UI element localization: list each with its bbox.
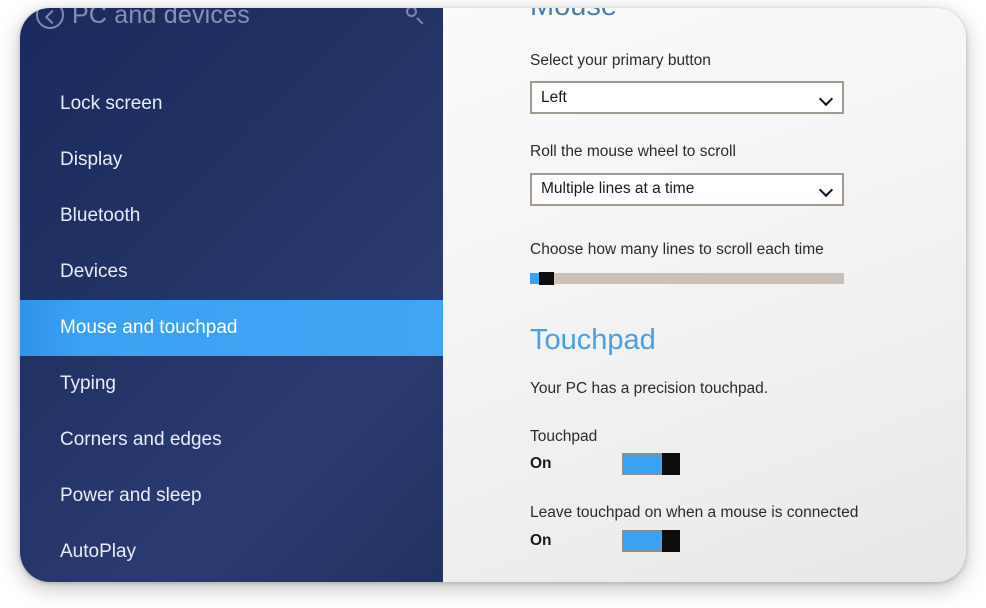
mouse-section-heading: Mouse (530, 8, 966, 23)
touchpad-toggle-row: On (530, 453, 966, 476)
sidebar-item-label: Mouse and touchpad (60, 317, 238, 338)
sidebar-item-label: Lock screen (60, 93, 163, 114)
leave-touchpad-on-toggle-row: On (530, 529, 966, 552)
sidebar-item-label: Display (60, 149, 123, 170)
sidebar-item-typing[interactable]: Typing (20, 356, 443, 412)
sidebar-item-bluetooth[interactable]: Bluetooth (20, 188, 443, 244)
screen-root: PC and devices Lock screen Display Bluet… (0, 0, 986, 608)
primary-button-dropdown[interactable]: Left (530, 81, 844, 115)
sidebar-item-label: Bluetooth (60, 205, 141, 226)
sidebar: PC and devices Lock screen Display Bluet… (20, 8, 443, 582)
touchpad-description: Your PC has a precision touchpad. (530, 380, 769, 398)
slider-fill (530, 272, 539, 284)
wheel-scroll-value: Multiple lines at a time (541, 180, 695, 198)
touchpad-toggle[interactable] (622, 453, 680, 476)
wheel-scroll-dropdown[interactable]: Multiple lines at a time (530, 172, 844, 206)
chevron-down-icon (820, 185, 833, 193)
sidebar-nav-list: Lock screen Display Bluetooth Devices Mo… (20, 76, 443, 580)
touchpad-section-heading: Touchpad (530, 323, 656, 356)
sidebar-item-mouse-and-touchpad[interactable]: Mouse and touchpad (20, 300, 443, 356)
search-icon[interactable] (405, 8, 425, 25)
sidebar-item-label: AutoPlay (60, 541, 137, 562)
sidebar-item-devices[interactable]: Devices (20, 244, 443, 300)
touchpad-toggle-label: Touchpad (530, 428, 598, 446)
leave-touchpad-on-toggle[interactable] (622, 529, 680, 552)
sidebar-header: PC and devices (20, 8, 443, 38)
chevron-down-icon (820, 94, 833, 102)
slider-thumb[interactable] (539, 271, 554, 285)
leave-touchpad-on-label: Leave touchpad on when a mouse is connec… (530, 504, 859, 522)
touchpad-toggle-state: On (530, 455, 552, 473)
content-panel: Mouse Select your primary button Left Ro… (443, 8, 966, 582)
sidebar-item-label: Typing (60, 373, 116, 394)
sidebar-item-autoplay[interactable]: AutoPlay (20, 524, 443, 580)
settings-window: PC and devices Lock screen Display Bluet… (20, 8, 966, 582)
sidebar-item-display[interactable]: Display (20, 132, 443, 188)
wheel-scroll-label: Roll the mouse wheel to scroll (530, 143, 736, 161)
sidebar-item-corners-and-edges[interactable]: Corners and edges (20, 412, 443, 468)
back-arrow-icon[interactable] (36, 8, 64, 29)
primary-button-label: Select your primary button (530, 52, 711, 70)
page-title: PC and devices (72, 8, 250, 29)
primary-button-value: Left (541, 88, 567, 106)
leave-touchpad-on-state: On (530, 531, 552, 549)
toggle-thumb (662, 529, 680, 552)
scroll-lines-slider[interactable] (530, 271, 844, 285)
sidebar-item-label: Devices (60, 261, 128, 282)
toggle-thumb (662, 453, 680, 476)
lines-slider-label: Choose how many lines to scroll each tim… (530, 240, 824, 258)
sidebar-item-lock-screen[interactable]: Lock screen (20, 76, 443, 132)
sidebar-item-label: Corners and edges (60, 429, 222, 450)
sidebar-item-power-and-sleep[interactable]: Power and sleep (20, 468, 443, 524)
content-inner: Mouse Select your primary button Left Ro… (443, 8, 966, 552)
sidebar-item-label: Power and sleep (60, 485, 202, 506)
